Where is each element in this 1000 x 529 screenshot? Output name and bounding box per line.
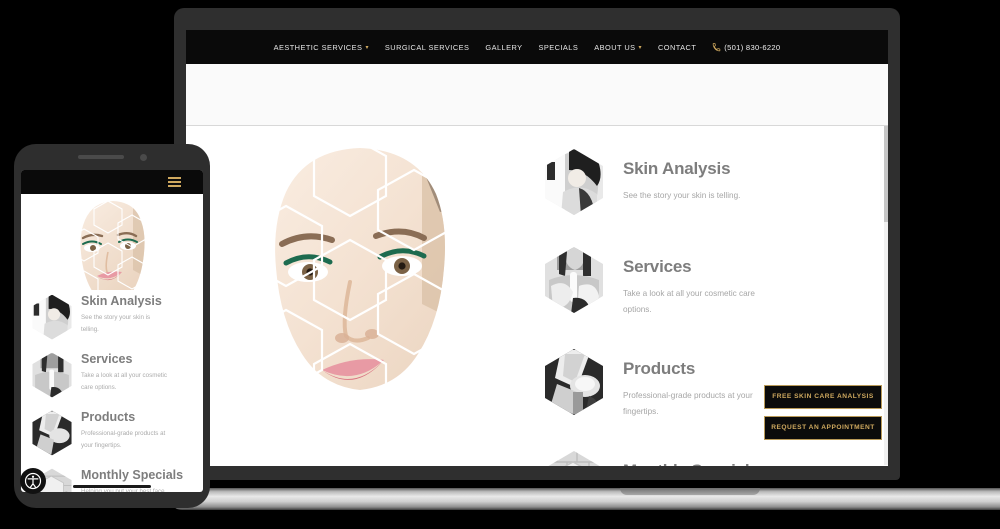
- products-hex-photo-icon: [545, 348, 603, 415]
- products-hex-photo-icon: [32, 410, 72, 456]
- skin-analysis-hex-photo-icon: [32, 294, 72, 340]
- phone-site-navigation: [21, 170, 203, 194]
- nav-label: GALLERY: [485, 42, 523, 52]
- scrollbar-thumb[interactable]: [884, 126, 888, 222]
- skin-analysis-hex-photo-icon: [545, 149, 603, 215]
- phone-service-text: Skin Analysis See the story your skin is…: [81, 294, 169, 337]
- phone-service-block-services[interactable]: Services Take a look at all your cosmeti…: [21, 352, 203, 398]
- service-title: Skin Analysis: [623, 159, 731, 178]
- nav-phone-number: (501) 830-6220: [724, 42, 781, 52]
- nav-item-aesthetic-services[interactable]: AESTHETIC SERVICES ▾: [274, 43, 369, 52]
- request-appointment-button[interactable]: REQUEST AN APPOINTMENT: [764, 416, 882, 440]
- sub-header-band: [186, 64, 888, 126]
- cta-button-group: FREE SKIN CARE ANALYSIS REQUEST AN APPOI…: [764, 385, 882, 447]
- service-title: Services: [81, 352, 133, 366]
- phone-icon: [713, 42, 721, 51]
- phone-service-block-monthly-specials[interactable]: Monthly Specials Helping you put your be…: [21, 468, 203, 492]
- phone-home-indicator: [73, 485, 151, 488]
- nav-item-about-us[interactable]: ABOUT US ▾: [594, 43, 642, 52]
- phone-hero: [21, 194, 203, 294]
- service-description: Professional-grade products at your fing…: [623, 390, 753, 416]
- services-hex-photo-icon: [32, 352, 72, 398]
- nav-item-specials[interactable]: SPECIALS: [539, 43, 579, 52]
- services-hex-photo-icon: [545, 247, 603, 313]
- phone-service-text: Services Take a look at all your cosmeti…: [81, 352, 169, 395]
- service-block-skin-analysis[interactable]: Skin Analysis See the story your skin is…: [543, 148, 852, 216]
- service-title: Products: [81, 410, 136, 424]
- laptop-base: [170, 488, 1000, 510]
- service-block-monthly-specials[interactable]: Monthly Specials Helping you put your be…: [543, 450, 852, 466]
- nav-item-contact[interactable]: CONTACT: [658, 43, 696, 52]
- service-block-services[interactable]: Services Take a look at all your cosmeti…: [543, 246, 852, 318]
- service-title: Skin Analysis: [81, 294, 162, 308]
- service-description: Take a look at all your cosmetic care op…: [81, 372, 167, 392]
- service-text: Monthly Specials Helping you put your be…: [623, 450, 765, 466]
- nav-item-surgical-services[interactable]: SURGICAL SERVICES: [385, 43, 469, 52]
- nav-label: CONTACT: [657, 42, 697, 52]
- service-title: Products: [623, 358, 696, 378]
- phone-service-text: Monthly Specials Helping you put your be…: [81, 468, 183, 492]
- nav-label: AESTHETIC SERVICES: [273, 42, 363, 52]
- hexagon-grid-portrait-icon: [69, 200, 147, 290]
- accessibility-icon[interactable]: [20, 468, 46, 494]
- service-description: Take a look at all your cosmetic care op…: [623, 289, 755, 314]
- service-description: Professional-grade products at your fing…: [81, 430, 166, 450]
- hamburger-menu-icon[interactable]: [168, 175, 181, 189]
- service-text: Skin Analysis See the story your skin is…: [623, 148, 740, 204]
- monthly-specials-hex-photo-icon: [545, 450, 603, 466]
- service-title: Services: [623, 257, 692, 276]
- hero-column: [186, 126, 537, 465]
- chevron-down-icon: ▾: [365, 44, 369, 51]
- free-skin-care-analysis-button[interactable]: FREE SKIN CARE ANALYSIS: [764, 385, 882, 409]
- chevron-down-icon: ▾: [638, 44, 642, 51]
- service-title: Monthly Specials: [623, 461, 765, 466]
- nav-label: SURGICAL SERVICES: [384, 42, 470, 52]
- phone-screen: Skin Analysis See the story your skin is…: [21, 170, 203, 492]
- nav-label: ABOUT US: [594, 42, 636, 52]
- laptop-screen: AESTHETIC SERVICES ▾ SURGICAL SERVICES G…: [186, 30, 888, 466]
- site-navigation: AESTHETIC SERVICES ▾ SURGICAL SERVICES G…: [186, 30, 888, 64]
- nav-item-gallery[interactable]: GALLERY: [485, 43, 522, 52]
- laptop-mockup: AESTHETIC SERVICES ▾ SURGICAL SERVICES G…: [170, 8, 1000, 510]
- site-body: Skin Analysis See the story your skin is…: [186, 126, 888, 466]
- service-description: See the story your skin is telling.: [623, 191, 741, 200]
- phone-speaker: [77, 155, 124, 159]
- phone-camera: [139, 153, 147, 161]
- screenshot-stage: AESTHETIC SERVICES ▾ SURGICAL SERVICES G…: [0, 0, 1000, 529]
- page-scrollbar[interactable]: [884, 126, 888, 465]
- nav-phone-link[interactable]: (501) 830-6220: [712, 43, 780, 52]
- service-text: Services Take a look at all your cosmeti…: [623, 246, 771, 318]
- hexagon-grid-portrait-icon: [248, 134, 451, 462]
- phone-service-text: Products Professional-grade products at …: [81, 410, 169, 453]
- nav-label: SPECIALS: [538, 42, 579, 52]
- service-text: Products Professional-grade products at …: [623, 348, 771, 420]
- service-title: Monthly Specials: [81, 468, 184, 482]
- phone-service-block-products[interactable]: Products Professional-grade products at …: [21, 410, 203, 456]
- phone-service-block-skin-analysis[interactable]: Skin Analysis See the story your skin is…: [21, 294, 203, 340]
- service-description: See the story your skin is telling.: [81, 314, 151, 334]
- phone-top-hardware: [14, 144, 210, 170]
- phone-mockup: Skin Analysis See the story your skin is…: [14, 144, 210, 508]
- laptop-base-notch: [620, 488, 760, 495]
